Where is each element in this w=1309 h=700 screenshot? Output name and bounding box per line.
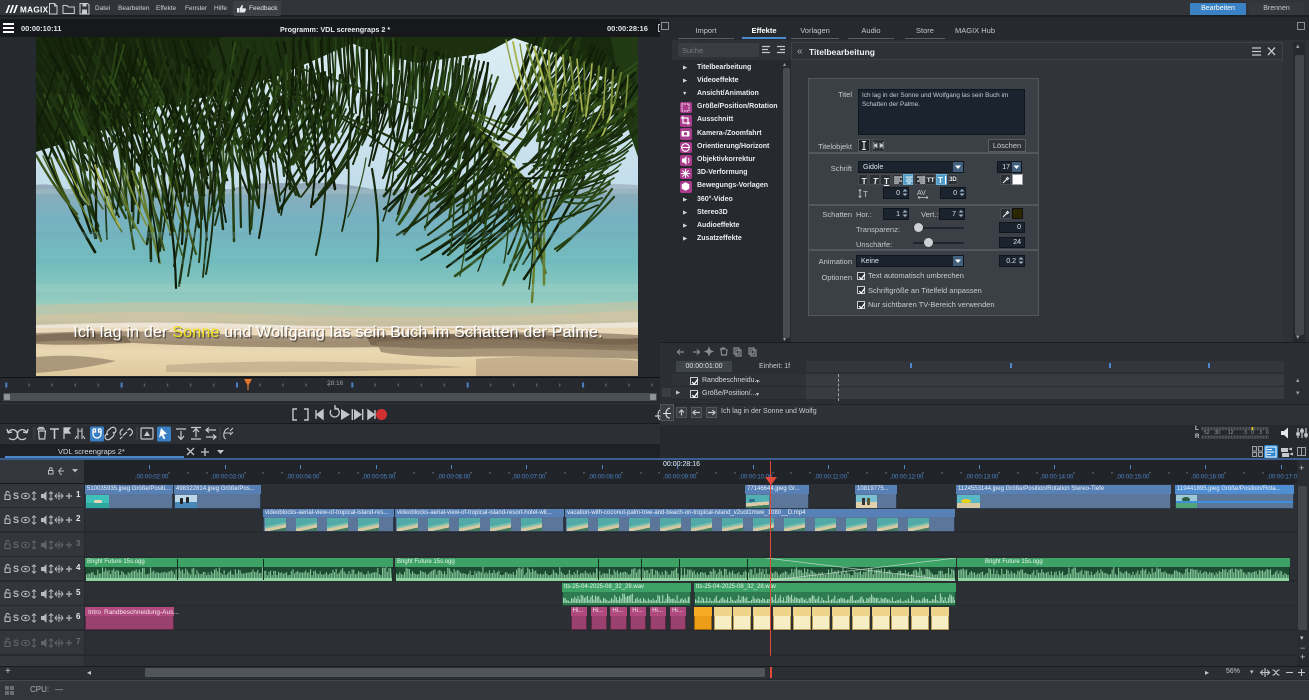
svg-text:S: S bbox=[13, 540, 19, 550]
svg-text:,00:00:14:00: ,00:00:14:00 bbox=[1040, 475, 1074, 481]
svg-text:S: S bbox=[13, 491, 19, 501]
svg-text:,00:00:08:00: ,00:00:08:00 bbox=[588, 475, 622, 481]
svg-text:T: T bbox=[863, 190, 868, 199]
svg-text:,00:00:12:00: ,00:00:12:00 bbox=[890, 475, 924, 481]
svg-text:S: S bbox=[13, 613, 19, 623]
svg-text:Ich lag in der Sonne und Wolfg: Ich lag in der Sonne und Wolfgang las se… bbox=[73, 324, 603, 341]
svg-text:,00:00:04:00: ,00:00:04:00 bbox=[286, 475, 320, 481]
svg-text:,00:00:02:00: ,00:00:02:00 bbox=[135, 475, 169, 481]
svg-text:,00:00:05:00: ,00:00:05:00 bbox=[362, 475, 396, 481]
svg-text:,00:00:07:00: ,00:00:07:00 bbox=[512, 475, 546, 481]
svg-text:,00:00:03:00: ,00:00:03:00 bbox=[211, 475, 245, 481]
svg-text:,00:00:09:00: ,00:00:09:00 bbox=[663, 475, 697, 481]
svg-text:T: T bbox=[938, 176, 943, 185]
svg-text:AV: AV bbox=[917, 190, 926, 197]
svg-text:,00:00:17:0: ,00:00:17:0 bbox=[1267, 475, 1298, 481]
svg-text:MAGIX: MAGIX bbox=[20, 6, 49, 15]
svg-text:,00:00:15:00: ,00:00:15:00 bbox=[1116, 475, 1150, 481]
svg-text:S: S bbox=[13, 589, 19, 599]
svg-text:,00:00:16:00: ,00:00:16:00 bbox=[1191, 475, 1225, 481]
svg-text:,00:00:13:00: ,00:00:13:00 bbox=[965, 475, 999, 481]
svg-text:S: S bbox=[13, 515, 19, 525]
svg-text:,00:00:06:00: ,00:00:06:00 bbox=[437, 475, 471, 481]
svg-text:S: S bbox=[13, 638, 19, 648]
svg-text:S: S bbox=[13, 564, 19, 574]
svg-text:,00:00:11:00: ,00:00:11:00 bbox=[814, 475, 848, 481]
